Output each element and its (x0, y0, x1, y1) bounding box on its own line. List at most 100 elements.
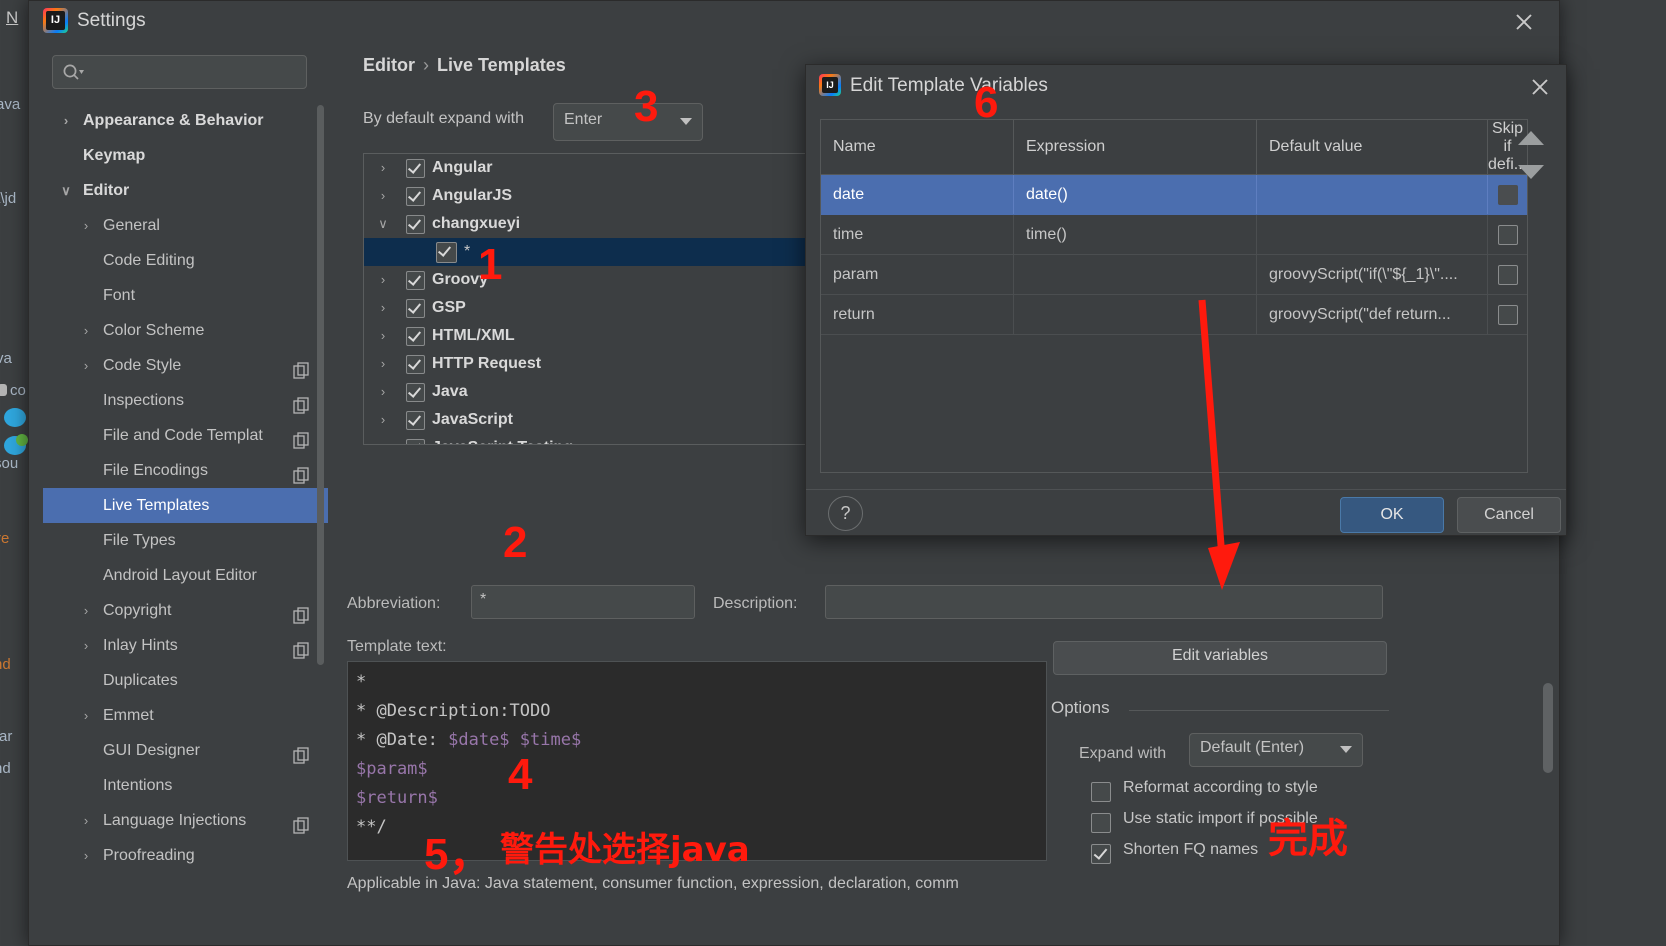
chevron-right-icon[interactable]: › (79, 348, 93, 383)
template-checkbox[interactable] (406, 187, 425, 206)
ide-menu-new[interactable]: N (6, 8, 18, 28)
variable-row[interactable]: time time() (821, 214, 1527, 255)
chevron-right-icon[interactable]: › (376, 406, 390, 434)
chevron-right-icon[interactable]: › (376, 266, 390, 294)
chevron-right-icon[interactable]: › (376, 350, 390, 378)
column-header[interactable]: Name (821, 120, 1014, 175)
variable-name-cell[interactable]: date (821, 174, 1014, 215)
variable-default-cell[interactable]: groovyScript("def return... (1256, 294, 1488, 335)
sidebar-item-file-and-code-templat[interactable]: File and Code Templat (43, 418, 328, 453)
option-checkbox[interactable] (1091, 782, 1111, 802)
description-input[interactable] (825, 585, 1383, 619)
skip-if-defined-checkbox[interactable] (1497, 224, 1518, 245)
chevron-down-icon[interactable] (1518, 165, 1544, 179)
variable-expression-cell[interactable] (1013, 294, 1257, 335)
template-checkbox[interactable] (406, 439, 425, 444)
sidebar-item-file-types[interactable]: File Types (43, 523, 328, 558)
chevron-down-icon[interactable]: ∨ (376, 210, 390, 238)
chevron-right-icon[interactable]: › (79, 628, 93, 663)
template-checkbox[interactable] (406, 327, 425, 346)
template-checkbox[interactable] (406, 383, 425, 402)
sidebar-item-proofreading[interactable]: › Proofreading (43, 838, 328, 873)
chevron-right-icon[interactable]: › (376, 322, 390, 350)
sidebar-item-color-scheme[interactable]: › Color Scheme (43, 313, 328, 348)
default-expand-select[interactable]: Enter (553, 103, 703, 141)
sidebar-item-label: General (103, 217, 160, 234)
variable-row[interactable]: param groovyScript("if(\"${_1}\".... (821, 254, 1527, 295)
sidebar-scrollbar[interactable] (317, 105, 324, 665)
chevron-right-icon[interactable]: › (79, 208, 93, 243)
skip-if-defined-checkbox[interactable] (1497, 264, 1518, 285)
sidebar-item-appearance-behavior[interactable]: › Appearance & Behavior (43, 103, 328, 138)
chevron-down-icon[interactable]: ∨ (59, 173, 73, 208)
ok-button[interactable]: OK (1340, 497, 1444, 533)
template-checkbox[interactable] (436, 242, 457, 263)
variable-default-cell[interactable] (1256, 214, 1488, 255)
chevron-up-icon[interactable] (1518, 131, 1544, 145)
variable-name-cell[interactable]: param (821, 254, 1014, 295)
sidebar-item-inlay-hints[interactable]: › Inlay Hints (43, 628, 328, 663)
sidebar-item-code-style[interactable]: › Code Style (43, 348, 328, 383)
sidebar-item-general[interactable]: › General (43, 208, 328, 243)
sidebar-item-keymap[interactable]: Keymap (43, 138, 328, 173)
variable-row[interactable]: return groovyScript("def return... (821, 294, 1527, 335)
template-text-editor[interactable]: * * @Description:TODO * @Date: $date$ $t… (347, 661, 1047, 861)
template-checkbox[interactable] (406, 411, 425, 430)
variable-skip-cell[interactable] (1487, 294, 1527, 335)
chevron-right-icon[interactable]: › (79, 698, 93, 733)
column-header[interactable]: Expression (1013, 120, 1257, 175)
template-checkbox[interactable] (406, 271, 425, 290)
close-icon[interactable] (1509, 7, 1539, 37)
chevron-right-icon[interactable]: › (376, 378, 390, 406)
chevron-right-icon[interactable]: › (79, 803, 93, 838)
variable-skip-cell[interactable] (1487, 214, 1527, 255)
chevron-right-icon[interactable]: › (79, 838, 93, 873)
column-header[interactable]: Default value (1256, 120, 1488, 175)
expand-with-select[interactable]: Default (Enter) (1189, 733, 1363, 767)
skip-if-defined-checkbox[interactable] (1497, 304, 1518, 325)
variable-name-cell[interactable]: return (821, 294, 1014, 335)
variable-expression-cell[interactable]: date() (1013, 174, 1257, 215)
search-input[interactable] (52, 55, 307, 89)
template-text-scrollbar[interactable] (1543, 683, 1553, 773)
chevron-right-icon[interactable]: › (376, 294, 390, 322)
chevron-right-icon[interactable]: › (376, 154, 390, 182)
sidebar-item-file-encodings[interactable]: File Encodings (43, 453, 328, 488)
template-checkbox[interactable] (406, 215, 425, 234)
help-button[interactable]: ? (828, 496, 863, 531)
sidebar-item-intentions[interactable]: Intentions (43, 768, 328, 803)
sidebar-item-android-layout-editor[interactable]: Android Layout Editor (43, 558, 328, 593)
sidebar-item-gui-designer[interactable]: GUI Designer (43, 733, 328, 768)
chevron-right-icon[interactable]: › (376, 434, 390, 444)
variable-default-cell[interactable] (1256, 174, 1488, 215)
sidebar-item-emmet[interactable]: › Emmet (43, 698, 328, 733)
sidebar-item-font[interactable]: Font (43, 278, 328, 313)
edit-variables-button[interactable]: Edit variables (1053, 641, 1387, 675)
variable-expression-cell[interactable]: time() (1013, 214, 1257, 255)
option-checkbox[interactable] (1091, 844, 1111, 864)
template-checkbox[interactable] (406, 159, 425, 178)
chevron-right-icon[interactable]: › (376, 182, 390, 210)
sidebar-item-copyright[interactable]: › Copyright (43, 593, 328, 628)
variable-name-cell[interactable]: time (821, 214, 1014, 255)
sidebar-item-code-editing[interactable]: Code Editing (43, 243, 328, 278)
close-icon[interactable] (1526, 73, 1554, 101)
abbreviation-input[interactable]: * (471, 585, 695, 619)
sidebar-item-language-injections[interactable]: › Language Injections (43, 803, 328, 838)
template-checkbox[interactable] (406, 299, 425, 318)
breadcrumb-root[interactable]: Editor (363, 55, 415, 75)
chevron-right-icon[interactable]: › (79, 313, 93, 348)
option-checkbox[interactable] (1091, 813, 1111, 833)
chevron-right-icon[interactable]: › (79, 593, 93, 628)
variable-row[interactable]: date date() (821, 174, 1527, 215)
chevron-right-icon[interactable]: › (59, 103, 73, 138)
cancel-button[interactable]: Cancel (1457, 497, 1561, 533)
variable-skip-cell[interactable] (1487, 254, 1527, 295)
sidebar-item-live-templates[interactable]: Live Templates (43, 488, 328, 523)
sidebar-item-editor[interactable]: ∨ Editor (43, 173, 328, 208)
template-checkbox[interactable] (406, 355, 425, 374)
sidebar-item-duplicates[interactable]: Duplicates (43, 663, 328, 698)
sidebar-item-inspections[interactable]: Inspections (43, 383, 328, 418)
variable-default-cell[interactable]: groovyScript("if(\"${_1}\".... (1256, 254, 1488, 295)
variable-expression-cell[interactable] (1013, 254, 1257, 295)
